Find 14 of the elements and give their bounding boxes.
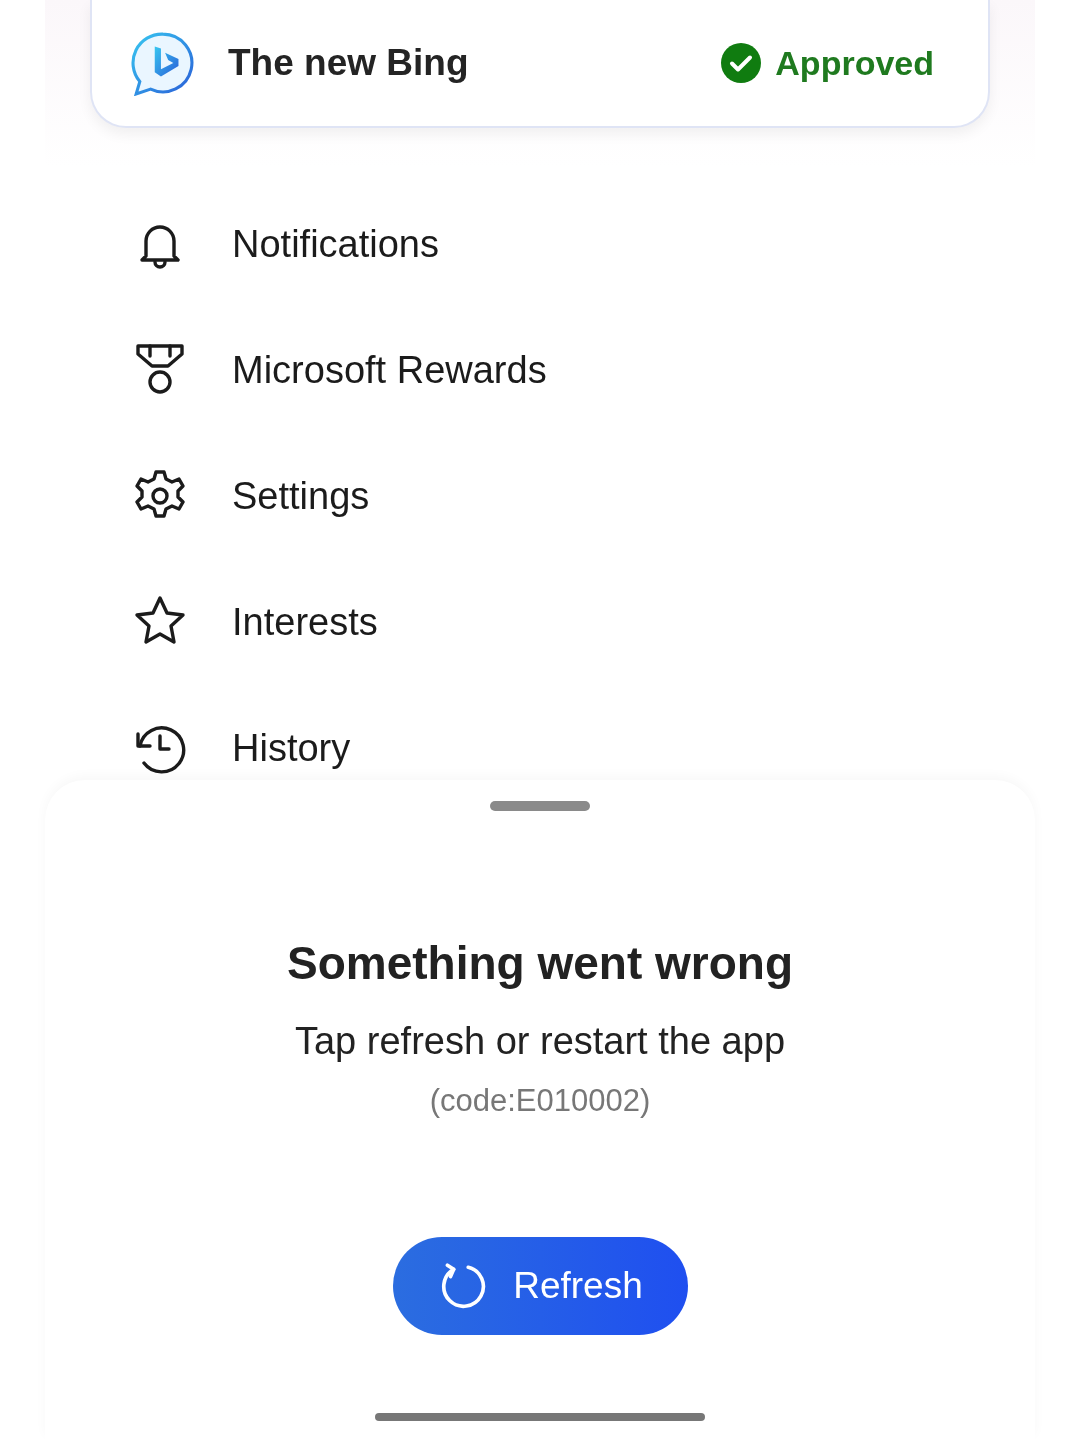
check-circle-icon [721,43,762,83]
drag-handle[interactable] [490,801,590,811]
app-name: The new Bing [228,42,470,84]
menu-item[interactable]: Settings [232,474,370,518]
error-code: (code:E010002) [429,1083,651,1119]
menu-item[interactable]: Microsoft Rewards [232,348,547,392]
bing-logo-icon [130,30,196,96]
error-message: Tap refresh or restart the app [295,1020,785,1063]
status-label: Approved [775,43,934,83]
menu-item[interactable]: History [232,726,351,770]
refresh-button[interactable]: Refresh [392,1237,688,1335]
menu-item[interactable]: Notifications [232,222,439,266]
error-title: Something went wrong [287,936,793,990]
menu-item[interactable]: Interests [232,600,378,644]
